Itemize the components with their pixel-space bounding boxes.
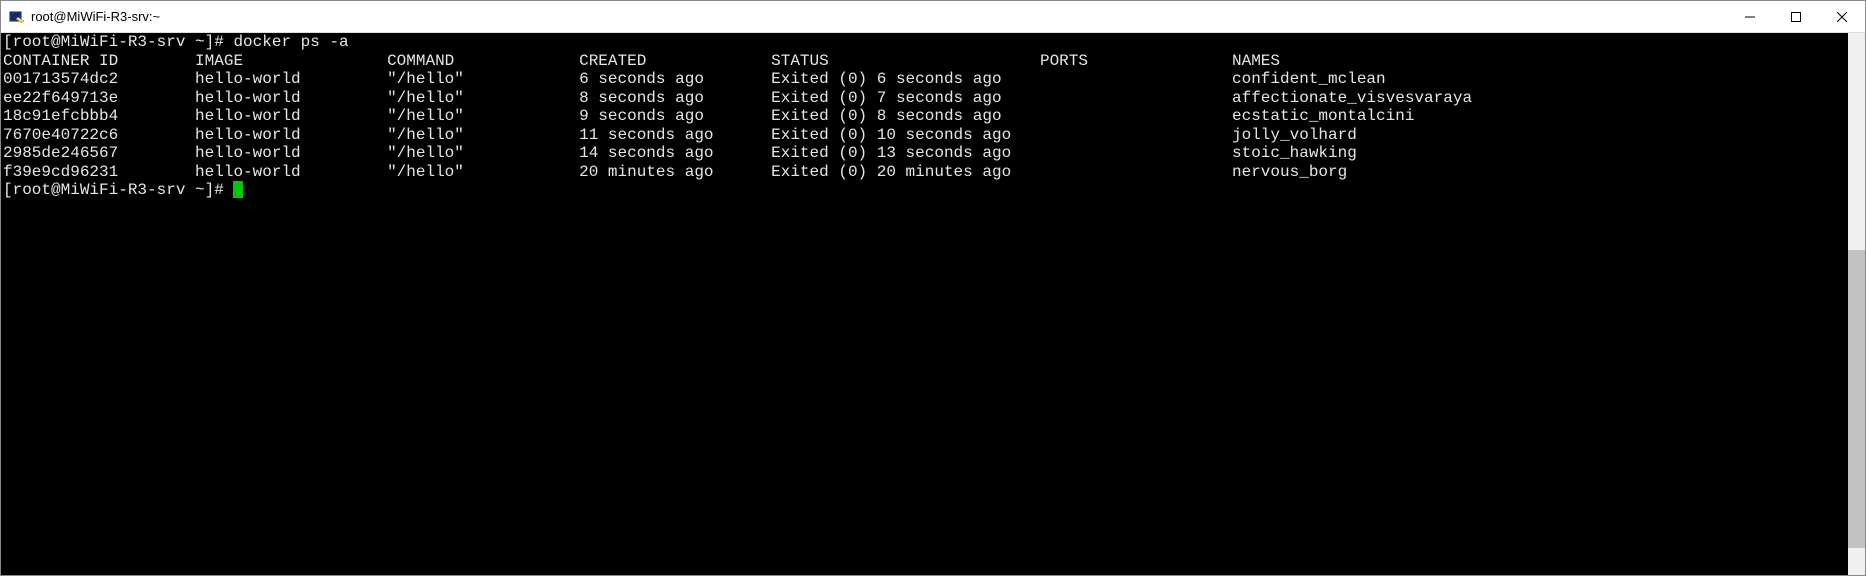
cursor — [233, 181, 243, 198]
table-row: f39e9cd96231 hello-world "/hello" 20 min… — [3, 163, 1846, 182]
table-header: CONTAINER ID IMAGE COMMAND CREATED STATU… — [3, 52, 1846, 71]
terminal-area: [root@MiWiFi-R3-srv ~]# docker ps -aCONT… — [1, 33, 1865, 575]
command-text: docker ps -a — [233, 33, 348, 51]
maximize-button[interactable] — [1773, 1, 1819, 32]
table-row: 2985de246567 hello-world "/hello" 14 sec… — [3, 144, 1846, 163]
scrollbar-vertical[interactable] — [1848, 33, 1865, 575]
table-row: 7670e40722c6 hello-world "/hello" 11 sec… — [3, 126, 1846, 145]
putty-icon — [9, 9, 25, 25]
close-button[interactable] — [1819, 1, 1865, 32]
terminal-window: root@MiWiFi-R3-srv:~ [root@MiWiFi-R3-srv… — [0, 0, 1866, 576]
prompt: [root@MiWiFi-R3-srv ~]# — [3, 33, 233, 51]
window-title: root@MiWiFi-R3-srv:~ — [31, 1, 1727, 33]
scrollbar-thumb[interactable] — [1848, 250, 1865, 548]
terminal-output[interactable]: [root@MiWiFi-R3-srv ~]# docker ps -aCONT… — [1, 33, 1848, 575]
prompt: [root@MiWiFi-R3-srv ~]# — [3, 181, 233, 199]
prompt-line: [root@MiWiFi-R3-srv ~]# — [3, 181, 1846, 200]
prompt-line: [root@MiWiFi-R3-srv ~]# docker ps -a — [3, 33, 1846, 52]
window-controls — [1727, 1, 1865, 32]
table-row: 001713574dc2 hello-world "/hello" 6 seco… — [3, 70, 1846, 89]
table-row: 18c91efcbbb4 hello-world "/hello" 9 seco… — [3, 107, 1846, 126]
table-row: ee22f649713e hello-world "/hello" 8 seco… — [3, 89, 1846, 108]
minimize-button[interactable] — [1727, 1, 1773, 32]
titlebar[interactable]: root@MiWiFi-R3-srv:~ — [1, 1, 1865, 33]
